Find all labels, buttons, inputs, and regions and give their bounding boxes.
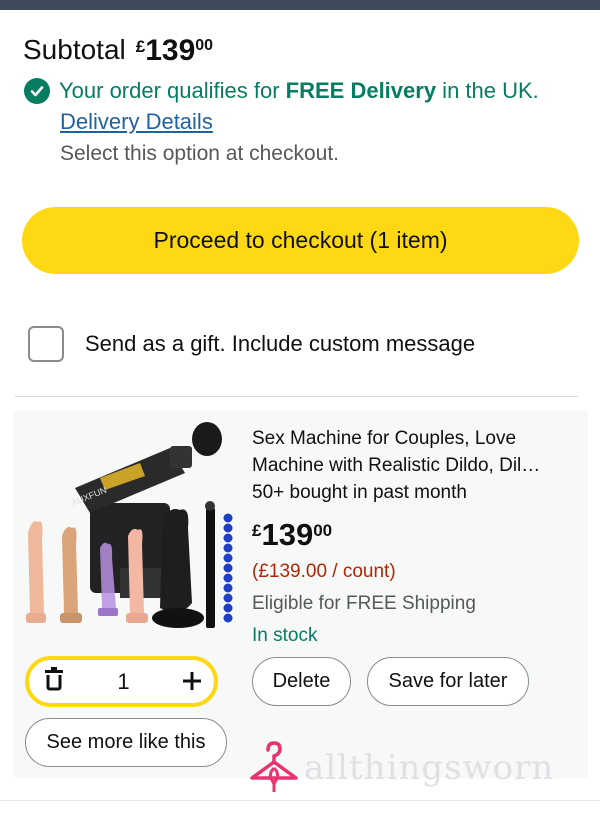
trash-icon[interactable] [43,667,65,696]
watermark: allthingsworn [248,740,554,796]
check-circle-icon [24,78,50,104]
subtotal-currency: £ [135,37,146,56]
watermark-text: allthingsworn [304,748,555,788]
item-price-fraction: 00 [313,521,333,540]
qualify-text-bold: FREE Delivery [285,78,437,103]
bought-count: 50+ bought in past month [252,482,467,503]
subtotal-fraction: 00 [195,37,214,54]
gift-label: Send as a gift. Include custom message [85,331,476,356]
top-bar [0,0,600,10]
proceed-to-checkout-button[interactable]: Proceed to checkout (1 item) [22,207,579,274]
see-more-like-this-button[interactable]: See more like this [25,718,227,767]
free-delivery-message: Your order qualifies for FREE Delivery i… [24,78,539,104]
hanger-icon [250,741,298,792]
gift-option[interactable]: Send as a gift. Include custom message [28,326,475,362]
gift-checkbox[interactable] [28,326,64,362]
save-for-later-button[interactable]: Save for later [367,657,529,706]
subtotal-label: Subtotal [23,34,126,65]
shipping-eligibility: Eligible for FREE Shipping [252,593,476,614]
delivery-details-link[interactable]: Delivery Details [60,109,213,135]
qualify-text-pre: Your order qualifies for [59,78,286,103]
qualify-text-post: in the UK. [436,78,539,103]
subtotal: Subtotal £ 139 00 [23,34,213,68]
quantity-stepper: 1 [25,656,218,707]
select-option-note: Select this option at checkout. [60,142,339,165]
item-price: £ 139 00 [252,517,332,553]
subtotal-amount: 139 [145,34,196,67]
product-image[interactable]: AUXFUN [20,418,245,636]
stock-status: In stock [252,625,318,646]
plus-icon[interactable] [182,667,202,697]
item-title[interactable]: Sex Machine for Couples, Love Machine wi… [252,425,572,479]
delete-button[interactable]: Delete [252,657,351,706]
item-price-amount: 139 [261,517,314,552]
bottom-divider [0,800,600,801]
unit-price: (£139.00 / count) [252,561,396,582]
item-price-currency: £ [252,521,262,540]
divider [15,396,578,397]
quantity-value: 1 [117,668,130,694]
